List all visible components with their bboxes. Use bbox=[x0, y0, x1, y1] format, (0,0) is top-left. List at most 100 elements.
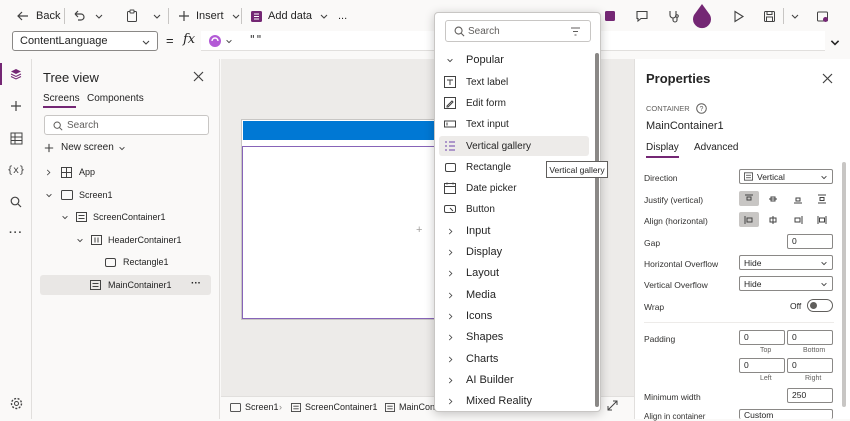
screen-preview[interactable]: + bbox=[241, 119, 438, 320]
copilot-badge[interactable] bbox=[690, 3, 714, 31]
v-overflow-dropdown[interactable]: Hide bbox=[739, 276, 833, 291]
main-container-outline[interactable] bbox=[242, 146, 438, 319]
insert-search-input[interactable]: Search bbox=[445, 20, 591, 42]
insert-button[interactable]: Button bbox=[439, 199, 589, 219]
control-type-label: CONTAINER ? bbox=[646, 103, 707, 114]
category-charts[interactable]: Charts bbox=[439, 349, 589, 369]
direction-dropdown[interactable]: Vertical bbox=[739, 169, 833, 184]
tab-screens[interactable]: Screens bbox=[43, 93, 80, 104]
header-rectangle[interactable] bbox=[243, 121, 437, 140]
padding-left-input[interactable]: 0 bbox=[739, 358, 785, 373]
properties-scrollbar[interactable] bbox=[842, 162, 846, 407]
insert-vertical-gallery[interactable]: Vertical gallery bbox=[439, 136, 589, 156]
close-properties-button[interactable] bbox=[822, 73, 833, 84]
tree-item-screen1[interactable]: Screen1 bbox=[33, 185, 220, 205]
justify-center-icon[interactable] bbox=[763, 191, 783, 206]
new-screen-button[interactable]: New screen bbox=[44, 140, 126, 155]
tab-advanced[interactable]: Advanced bbox=[694, 142, 738, 153]
h-overflow-dropdown[interactable]: Hide bbox=[739, 255, 833, 270]
align-in-container-dropdown[interactable]: Custom bbox=[739, 409, 833, 419]
insert-menu: Search Popular Text label Edit form Text… bbox=[434, 12, 601, 412]
category-popular[interactable]: Popular bbox=[439, 50, 589, 70]
category-ai-builder[interactable]: AI Builder bbox=[439, 370, 589, 390]
min-width-input[interactable]: 250 bbox=[787, 388, 833, 403]
add-control-plus-icon[interactable]: + bbox=[416, 224, 422, 236]
tree-view-rail-button[interactable] bbox=[8, 66, 24, 82]
breadcrumb-maincontainer[interactable]: MainCon bbox=[385, 402, 435, 412]
back-button[interactable]: Back bbox=[16, 6, 60, 26]
h-overflow-value: Hide bbox=[744, 257, 762, 268]
align-left-icon[interactable] bbox=[739, 212, 759, 227]
tree-item-headercontainer1[interactable]: HeaderContainer1 bbox=[33, 230, 220, 250]
equals-sign: = bbox=[166, 33, 174, 48]
tree-item-screencontainer1[interactable]: ScreenContainer1 bbox=[33, 207, 220, 227]
category-mixed-reality[interactable]: Mixed Reality bbox=[439, 391, 589, 411]
insert-text-input[interactable]: Text input bbox=[439, 114, 589, 134]
data-rail-button[interactable] bbox=[8, 130, 24, 146]
comment-icon bbox=[636, 10, 648, 23]
category-icons[interactable]: Icons bbox=[439, 306, 589, 326]
save-dropdown[interactable] bbox=[790, 6, 800, 26]
close-icon bbox=[822, 73, 833, 84]
category-layout[interactable]: Layout bbox=[439, 263, 589, 283]
property-selector[interactable]: ContentLanguage bbox=[12, 31, 158, 51]
padding-right-input[interactable]: 0 bbox=[787, 358, 833, 373]
align-center-icon[interactable] bbox=[763, 212, 783, 227]
v-overflow-value: Hide bbox=[744, 278, 762, 289]
insert-date-picker[interactable]: Date picker bbox=[439, 178, 589, 198]
wrap-toggle[interactable] bbox=[807, 299, 833, 312]
variables-icon[interactable]: {x} bbox=[7, 162, 25, 178]
expand-canvas-button[interactable] bbox=[607, 400, 618, 411]
paste-dropdown[interactable] bbox=[152, 6, 162, 26]
padding-top-input[interactable]: 0 bbox=[739, 330, 785, 345]
category-input[interactable]: Input bbox=[439, 221, 589, 241]
insert-button[interactable]: Insert bbox=[178, 6, 241, 26]
insert-text-label[interactable]: Text label bbox=[439, 72, 589, 92]
tree-item-more-icon[interactable]: ··· bbox=[191, 278, 201, 289]
align-right-icon[interactable] bbox=[788, 212, 808, 227]
comments-button[interactable] bbox=[635, 6, 649, 26]
padding-top-caption: Top bbox=[760, 347, 772, 354]
gap-input[interactable]: 0 bbox=[787, 234, 833, 249]
category-shapes[interactable]: Shapes bbox=[439, 327, 589, 347]
close-tree-button[interactable] bbox=[193, 71, 204, 82]
publish-button[interactable] bbox=[816, 6, 829, 26]
expand-formula-button[interactable] bbox=[829, 36, 841, 48]
breadcrumb-screen1[interactable]: Screen1 bbox=[230, 402, 279, 412]
tree-search-input[interactable]: Search bbox=[44, 115, 209, 135]
padding-bottom-input[interactable]: 0 bbox=[787, 330, 833, 345]
filter-icon[interactable] bbox=[570, 27, 581, 36]
breadcrumb-screencontainer1[interactable]: ScreenContainer1 bbox=[291, 402, 378, 412]
more-button[interactable]: ... bbox=[338, 6, 347, 26]
insert-rail-button[interactable] bbox=[8, 98, 24, 114]
save-button[interactable] bbox=[763, 6, 776, 26]
help-icon[interactable]: ? bbox=[695, 103, 707, 114]
tab-components[interactable]: Components bbox=[87, 93, 144, 104]
tab-display[interactable]: Display bbox=[646, 142, 679, 153]
justify-bottom-icon[interactable] bbox=[788, 191, 808, 206]
insert-edit-form[interactable]: Edit form bbox=[439, 93, 589, 113]
insert-menu-scrollbar[interactable] bbox=[595, 53, 599, 407]
category-media[interactable]: Media bbox=[439, 285, 589, 305]
undo-button[interactable] bbox=[72, 6, 86, 26]
theme-button[interactable] bbox=[604, 6, 616, 26]
justify-top-icon[interactable] bbox=[739, 191, 759, 206]
preview-button[interactable] bbox=[732, 6, 745, 26]
add-data-button[interactable]: Add data bbox=[250, 6, 329, 26]
tree-item-label: App bbox=[79, 167, 96, 177]
undo-dropdown[interactable] bbox=[94, 6, 104, 26]
copilot-formula-button[interactable] bbox=[208, 33, 234, 49]
control-name[interactable]: MainContainer1 bbox=[646, 120, 724, 132]
screen-icon bbox=[61, 190, 73, 200]
category-display[interactable]: Display bbox=[439, 242, 589, 262]
app-checker-button[interactable] bbox=[667, 6, 681, 26]
tree-item-app[interactable]: App bbox=[33, 162, 220, 182]
more-rail-button[interactable]: ··· bbox=[8, 225, 24, 241]
settings-rail-button[interactable] bbox=[8, 395, 24, 411]
justify-space-between-icon[interactable] bbox=[812, 191, 832, 206]
search-rail-button[interactable] bbox=[8, 194, 24, 210]
paste-button[interactable] bbox=[125, 6, 139, 26]
align-stretch-icon[interactable] bbox=[812, 212, 832, 227]
tree-item-rectangle1[interactable]: Rectangle1 bbox=[33, 252, 220, 272]
tree-item-maincontainer1[interactable]: MainContainer1 ··· bbox=[40, 275, 211, 295]
